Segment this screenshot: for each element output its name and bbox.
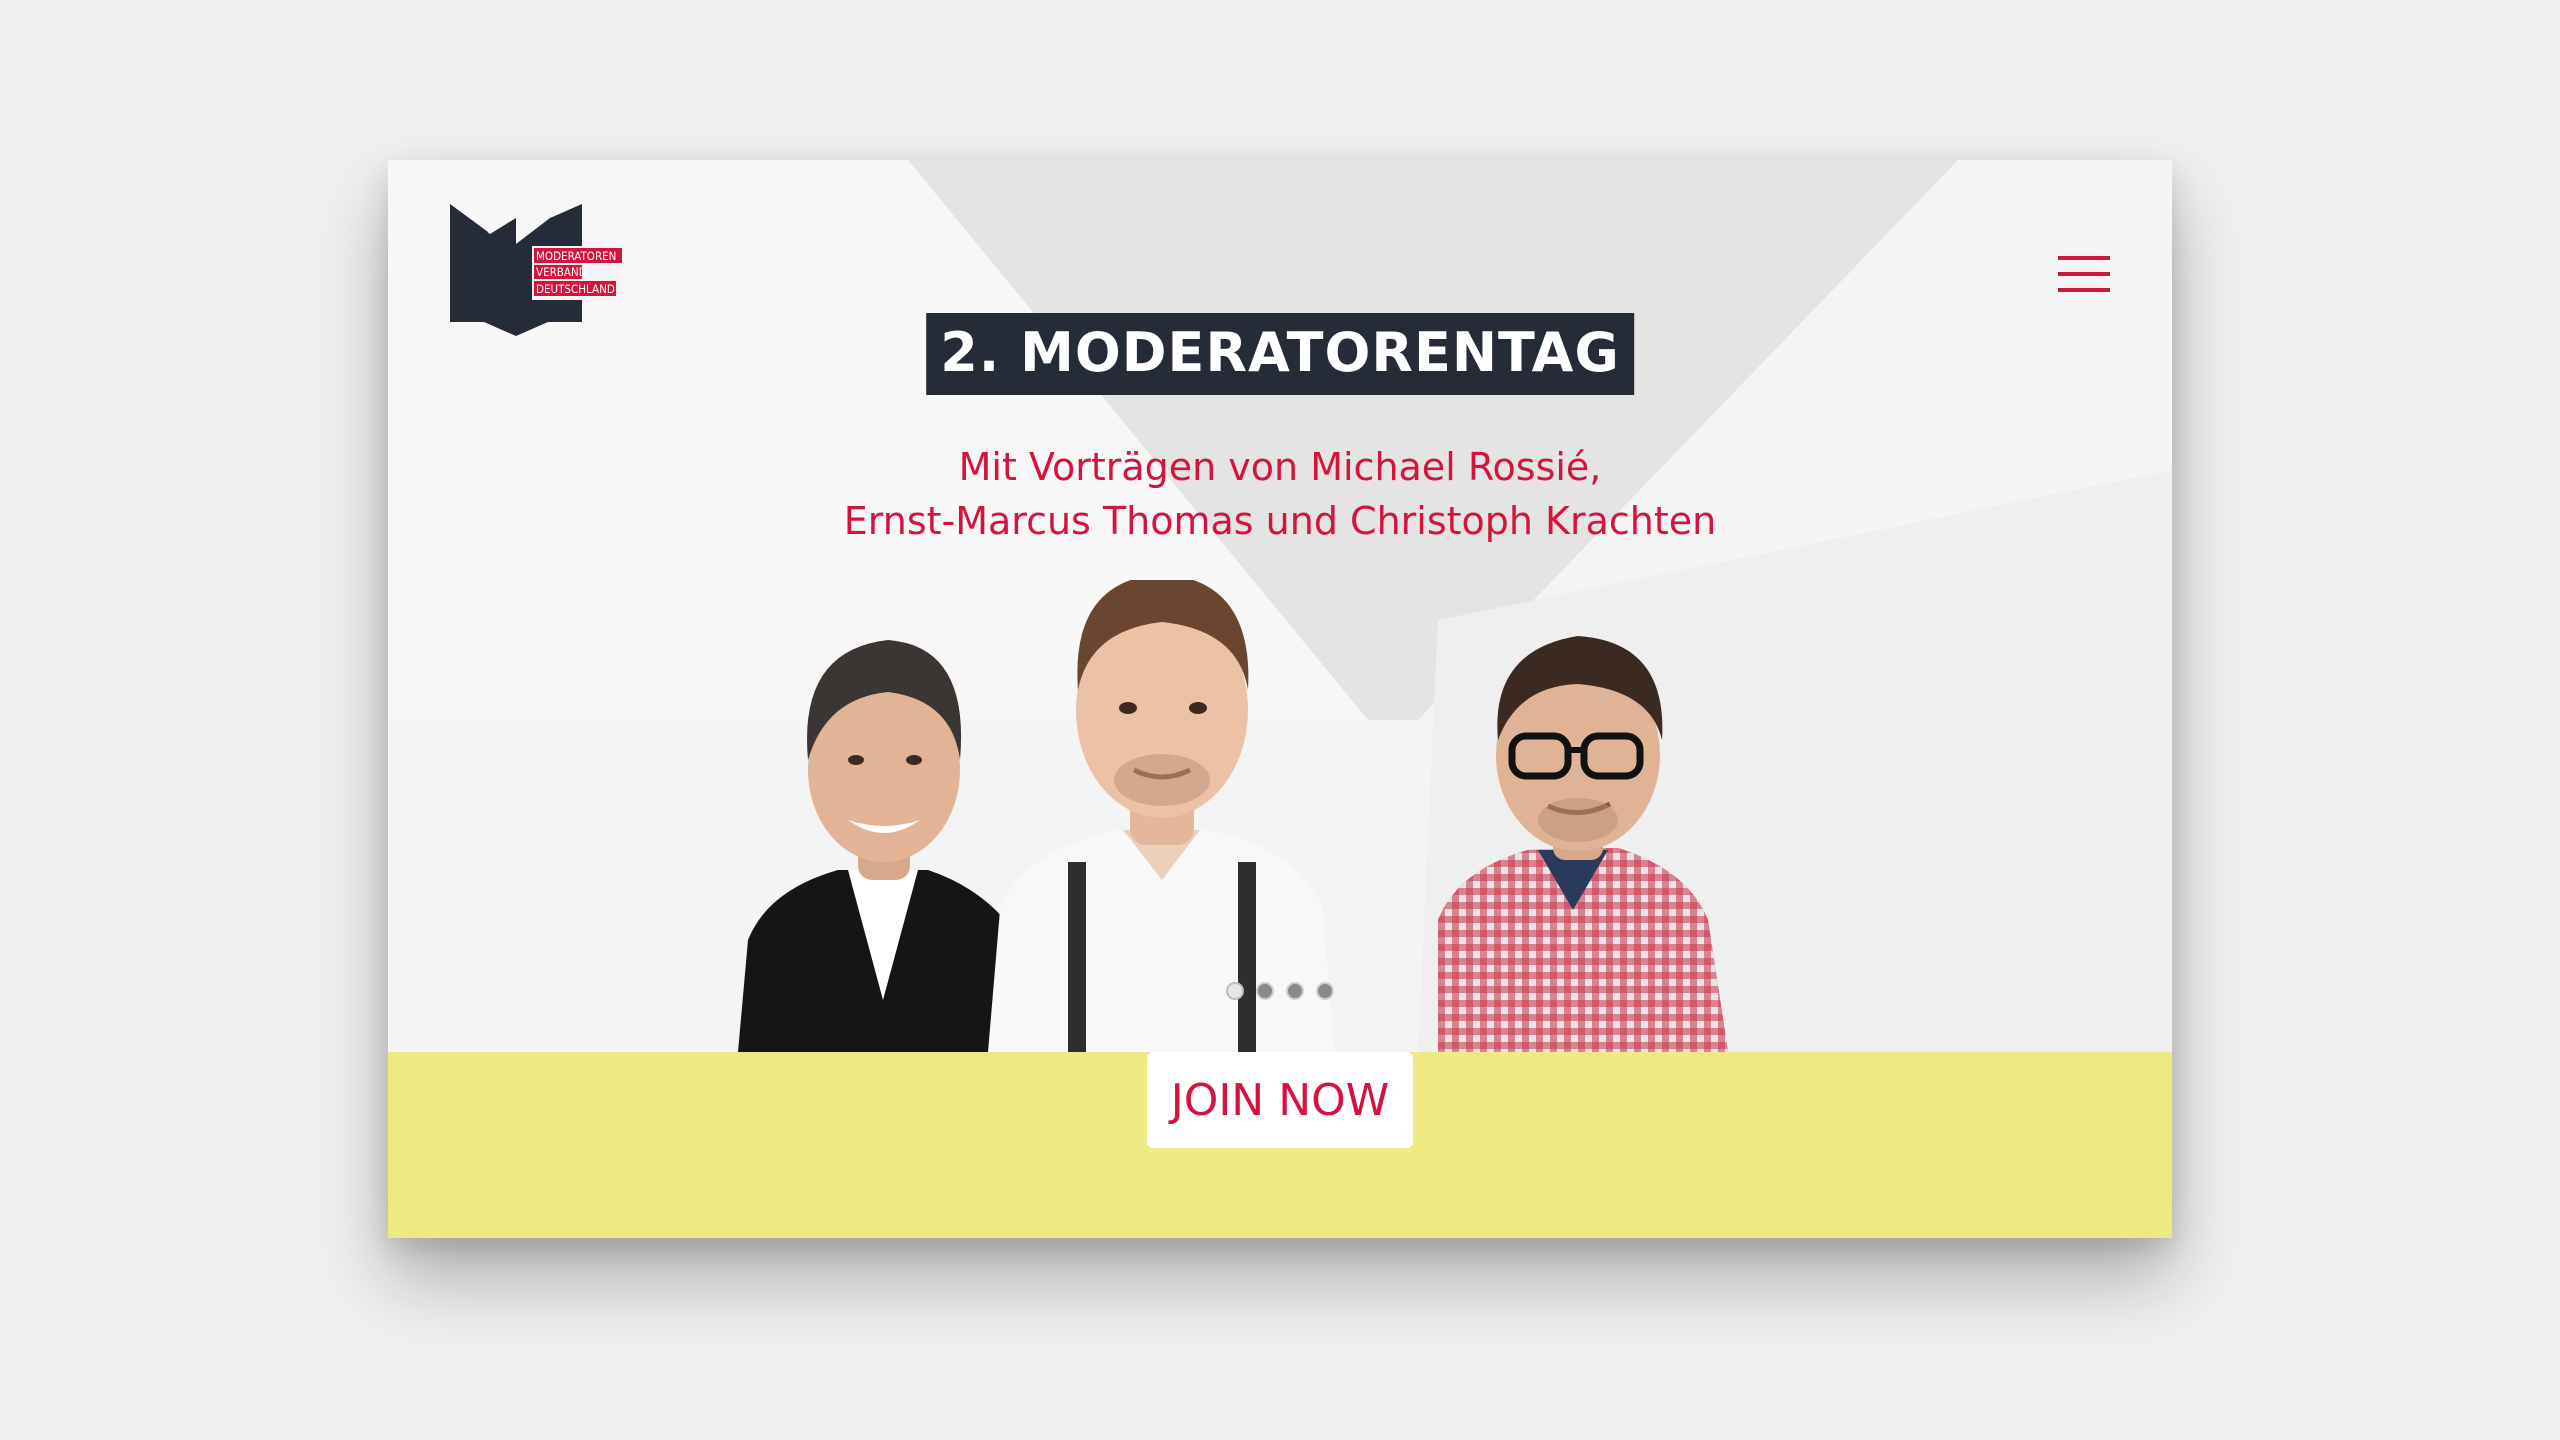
event-subtitle: Mit Vorträgen von Michael Rossié, Ernst-… xyxy=(388,440,2172,548)
carousel-dots xyxy=(388,982,2172,1000)
carousel-dot[interactable] xyxy=(1256,982,1274,1000)
join-now-button[interactable]: JOIN NOW xyxy=(1147,1052,1413,1148)
menu-line xyxy=(2058,272,2110,276)
website-mockup: MODERATOREN VERBAND DEUTSCHLAND 2. MODER… xyxy=(388,160,2172,1238)
event-title: 2. MODERATORENTAG xyxy=(926,313,1634,395)
logo[interactable]: MODERATOREN VERBAND DEUTSCHLAND xyxy=(450,204,622,336)
carousel-dot[interactable] xyxy=(1226,982,1244,1000)
logo-text-line1: MODERATOREN xyxy=(536,249,616,263)
menu-line xyxy=(2058,256,2110,260)
carousel-dot[interactable] xyxy=(1286,982,1304,1000)
carousel-dot[interactable] xyxy=(1316,982,1334,1000)
subtitle-line-1: Mit Vorträgen von Michael Rossié, xyxy=(958,445,1602,489)
hamburger-menu-icon[interactable] xyxy=(2058,256,2110,292)
logo-text-line3: DEUTSCHLAND xyxy=(536,282,615,296)
subtitle-line-2: Ernst-Marcus Thomas und Christoph Kracht… xyxy=(843,499,1717,543)
logo-text-line2: VERBAND xyxy=(536,265,587,279)
hero-section: MODERATOREN VERBAND DEUTSCHLAND 2. MODER… xyxy=(388,160,2172,1052)
cta-band: JOIN NOW xyxy=(388,1052,2172,1238)
menu-line xyxy=(2058,288,2110,292)
